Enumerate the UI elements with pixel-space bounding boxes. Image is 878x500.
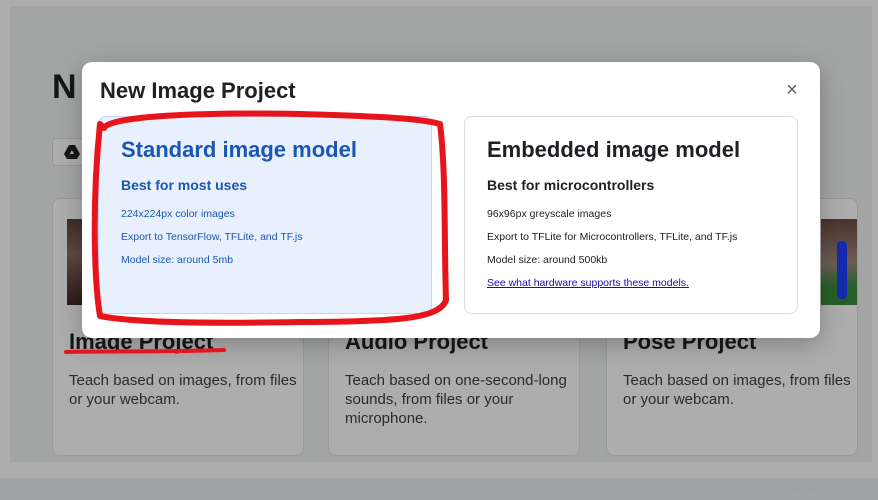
- option-title: Embedded image model: [487, 137, 741, 162]
- standard-image-model-option[interactable]: Standard image model Best for most uses …: [98, 116, 432, 314]
- option-detail: Export to TFLite for Microcontrollers, T…: [487, 231, 738, 243]
- option-detail: Export to TensorFlow, TFLite, and TF.js: [121, 231, 303, 243]
- embedded-image-model-option[interactable]: Embedded image model Best for microcontr…: [464, 116, 798, 314]
- option-title: Standard image model: [121, 137, 357, 162]
- option-details: 96x96px greyscale images Export to TFLit…: [487, 207, 737, 276]
- option-detail: 224x224px color images: [121, 208, 235, 220]
- option-subtitle: Best for most uses: [121, 177, 248, 193]
- option-detail: 96x96px greyscale images: [487, 208, 612, 220]
- language-selector[interactable]: Q English: [780, 484, 819, 494]
- option-subtitle: Best for microcontrollers: [487, 177, 655, 193]
- hardware-support-link[interactable]: See what hardware supports these models.: [487, 277, 689, 289]
- new-image-project-dialog: New Image Project × Standard image model…: [82, 62, 820, 338]
- option-detail: Model size: around 5mb: [121, 254, 234, 266]
- option-details: 224x224px color images Export to TensorF…: [121, 207, 303, 276]
- dialog-title: New Image Project: [100, 78, 296, 103]
- option-detail: Model size: around 500kb: [487, 254, 608, 266]
- close-icon[interactable]: ×: [780, 78, 804, 102]
